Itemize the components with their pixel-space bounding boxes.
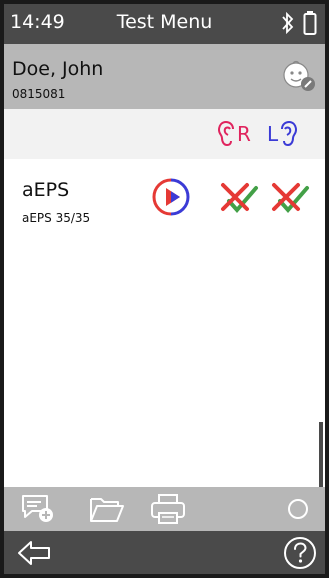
screen-title: Test Menu [116, 11, 213, 33]
ear-header: R L [4, 109, 325, 159]
result-right-ear-icon [219, 179, 259, 221]
action-toolbar [4, 487, 325, 531]
right-ear-icon [218, 121, 234, 147]
result-left-ear-icon [270, 179, 310, 221]
patient-header[interactable]: Doe, John 0815081 [4, 44, 325, 109]
folder-icon[interactable] [88, 493, 126, 529]
back-arrow-icon[interactable] [16, 539, 52, 571]
battery-icon [303, 10, 317, 40]
navigation-bar [4, 531, 325, 574]
help-icon[interactable] [283, 536, 317, 574]
add-comment-icon[interactable] [20, 493, 56, 529]
device-screen: 14:49 Test Menu Doe, John 0815081 R L aE… [0, 0, 329, 578]
play-icon[interactable] [152, 178, 190, 220]
right-ear-label: R [237, 122, 251, 146]
test-detail: aEPS 35/35 [22, 211, 91, 225]
printer-icon[interactable] [149, 493, 187, 529]
patient-name: Doe, John [12, 58, 104, 80]
test-name: aEPS [22, 179, 70, 201]
bluetooth-icon [281, 10, 295, 40]
left-ear-label: L [267, 122, 279, 146]
test-row-aeps[interactable]: aEPS aEPS 35/35 [4, 159, 325, 249]
status-bar: 14:49 Test Menu [4, 4, 325, 44]
right-ear-header: R [218, 119, 251, 149]
left-ear-icon [281, 121, 298, 147]
left-ear-header: L [267, 119, 298, 149]
patient-edit-icon[interactable] [281, 58, 317, 98]
patient-id: 0815081 [12, 87, 66, 101]
circle-icon[interactable] [286, 497, 310, 525]
scrollbar[interactable] [319, 422, 323, 487]
